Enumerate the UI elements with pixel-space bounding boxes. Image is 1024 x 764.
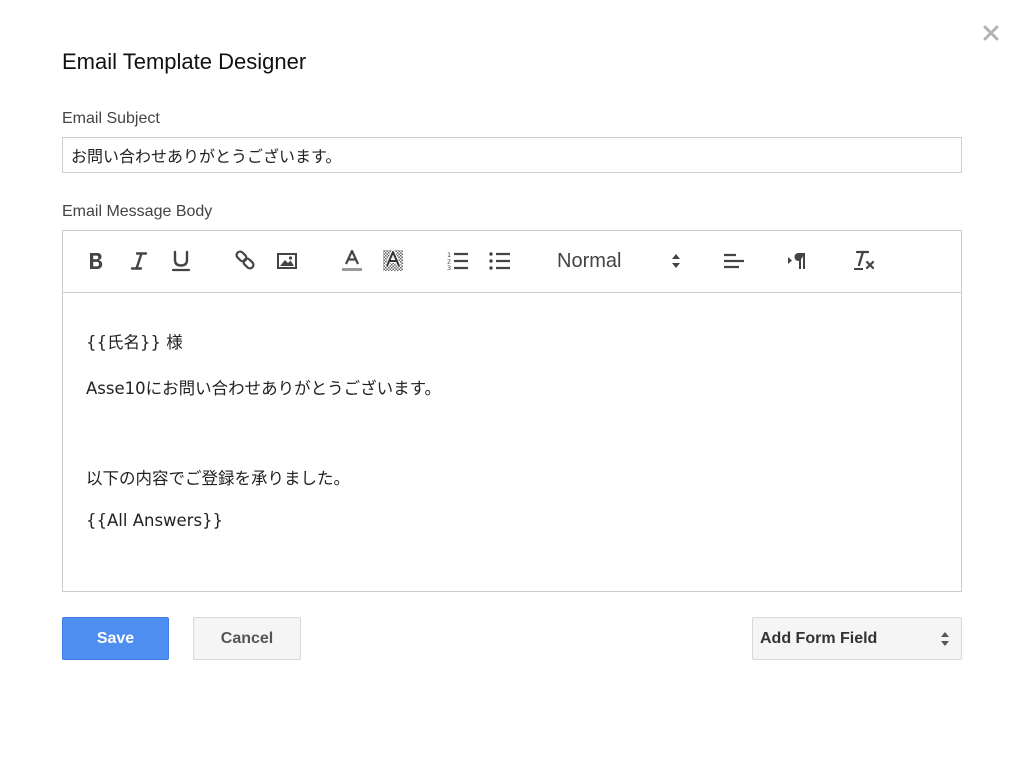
format-select-value: Normal (557, 249, 622, 272)
svg-text:3: 3 (447, 264, 451, 272)
email-subject-input[interactable] (62, 137, 962, 173)
email-subject-label: Email Subject (62, 110, 160, 127)
add-form-field-select[interactable]: Add Form Field (752, 617, 962, 660)
rich-text-editor: 1 2 3 Normal {{氏名}} 様 Asse10にお問い合わせありがとう… (62, 230, 962, 592)
close-icon[interactable] (980, 22, 1002, 44)
editor-toolbar: 1 2 3 Normal (63, 231, 961, 293)
format-select[interactable]: Normal (545, 247, 685, 275)
background-color-icon[interactable] (381, 247, 405, 275)
add-form-field-label: Add Form Field (760, 630, 878, 647)
clear-formatting-icon[interactable] (851, 247, 877, 275)
align-left-icon[interactable] (721, 247, 747, 275)
select-arrows-icon (670, 252, 682, 275)
email-body-label: Email Message Body (62, 203, 213, 220)
ordered-list-icon[interactable]: 1 2 3 (446, 247, 470, 275)
link-icon[interactable] (233, 247, 257, 275)
email-template-dialog: Email Template Designer Email Subject Em… (0, 0, 1024, 764)
italic-icon[interactable] (128, 247, 150, 275)
body-line-thanks: Asse10にお問い合わせありがとうございます。 (86, 379, 441, 398)
body-line-registered: 以下の内容でご登録を承りました。 (86, 469, 350, 488)
dialog-title: Email Template Designer (62, 49, 307, 74)
image-icon[interactable] (276, 247, 298, 275)
bullet-list-icon[interactable] (488, 247, 512, 275)
body-line-greeting: {{氏名}} 様 (86, 333, 183, 352)
cancel-button[interactable]: Cancel (193, 617, 301, 660)
text-color-icon[interactable] (340, 247, 364, 275)
bold-icon[interactable] (85, 247, 107, 275)
select-arrows-icon (939, 630, 951, 653)
save-button[interactable]: Save (62, 617, 169, 660)
underline-icon[interactable] (170, 247, 192, 275)
text-direction-icon[interactable] (785, 247, 811, 275)
body-line-answers: {{All Answers}} (86, 511, 224, 530)
